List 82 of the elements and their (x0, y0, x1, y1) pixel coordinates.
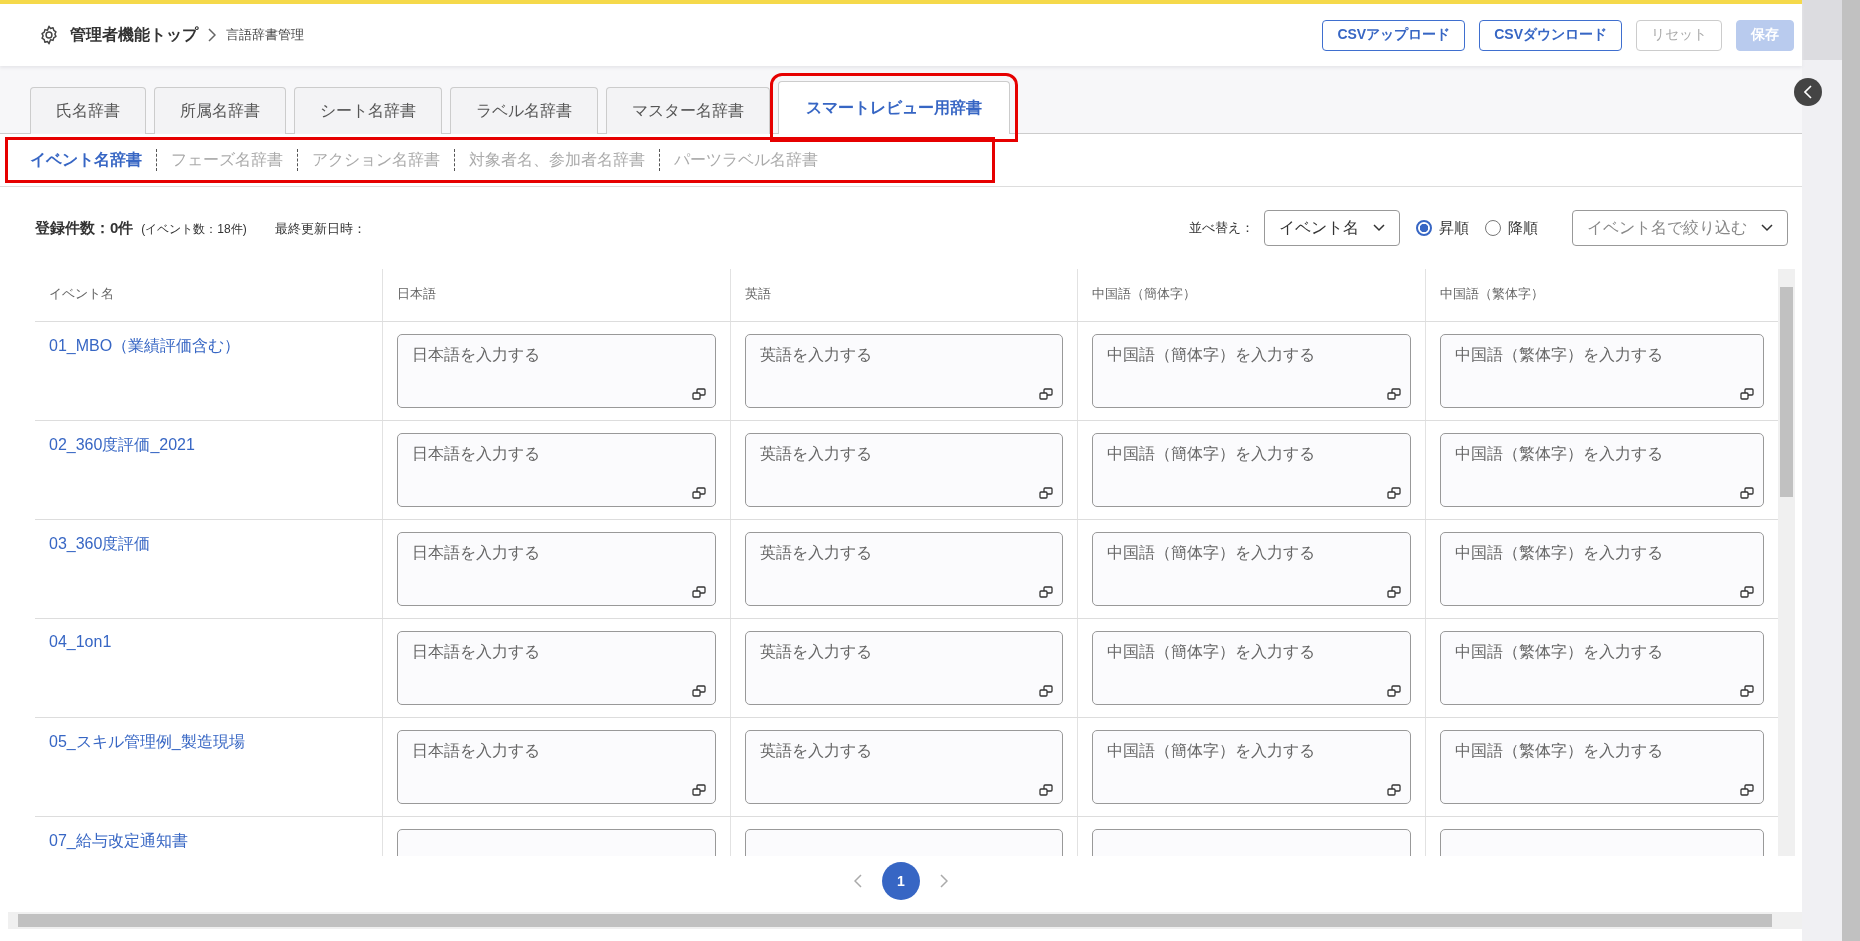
page-scrollbar[interactable] (1842, 0, 1860, 941)
chevron-right-icon (208, 28, 216, 42)
event-name-link[interactable]: 03_360度評価 (49, 535, 151, 552)
text-area[interactable]: 日本語を入力する (397, 532, 716, 606)
expand-icon[interactable] (1039, 784, 1053, 796)
column-header: 日本語 (383, 269, 731, 321)
expand-icon[interactable] (692, 784, 706, 796)
caret-icon (1761, 224, 1773, 232)
event-name-link[interactable]: 05_スキル管理例_製造現場 (49, 733, 245, 750)
expand-icon[interactable] (1387, 784, 1401, 796)
vertical-scrollbar[interactable] (1778, 269, 1795, 856)
expand-icon[interactable] (692, 388, 706, 400)
text-area[interactable]: 日本語を入力する (397, 433, 716, 507)
expand-icon[interactable] (1039, 487, 1053, 499)
side-panel-header (1802, 0, 1842, 60)
expand-icon[interactable] (1740, 586, 1754, 598)
event-name-link[interactable]: 02_360度評価_2021 (49, 436, 195, 453)
radio-label[interactable]: 昇順 (1439, 218, 1469, 238)
text-area[interactable]: 中国語（簡体字）を入力する (1092, 532, 1411, 606)
text-area[interactable]: 中国語（簡体字）を入力する (1092, 334, 1411, 408)
text-area[interactable]: 中国語（繁体字）を入力する (1440, 532, 1764, 606)
horizontal-scrollbar[interactable] (8, 912, 1802, 929)
expand-icon[interactable] (1740, 487, 1754, 499)
event-count: (イベント数：18件) (141, 220, 247, 238)
radio-button[interactable] (1485, 220, 1501, 236)
text-area[interactable]: 中国語（繁体字）を入力する (1440, 631, 1764, 705)
expand-icon[interactable] (1740, 685, 1754, 697)
radio-label[interactable]: 降順 (1508, 218, 1538, 238)
caret-icon (1373, 224, 1385, 232)
radio-button[interactable] (1416, 220, 1432, 236)
expand-icon[interactable] (1039, 388, 1053, 400)
event-name-link[interactable]: 04_1on1 (49, 633, 112, 650)
filter-dropdown[interactable]: イベント名で絞り込む (1572, 210, 1788, 246)
breadcrumb-link[interactable]: 管理者機能トップ (70, 24, 198, 46)
text-area[interactable]: 日本語を入力する (397, 334, 716, 408)
text-area[interactable]: 英語を入力する (745, 631, 1063, 705)
expand-icon[interactable] (692, 487, 706, 499)
sort-dropdown[interactable]: イベント名 (1264, 210, 1400, 246)
expand-icon[interactable] (1039, 586, 1053, 598)
expand-icon[interactable] (1740, 388, 1754, 400)
text-area[interactable]: 英語を入力する (745, 532, 1063, 606)
text-area[interactable]: 中国語（繁体字）を入力する (1440, 433, 1764, 507)
expand-icon[interactable] (1387, 586, 1401, 598)
text-area[interactable]: 日本語を入力する (397, 730, 716, 804)
tab[interactable]: シート名辞書 (294, 87, 442, 134)
text-area[interactable]: 中国語（繁体字）を入力する (1440, 730, 1764, 804)
header-button[interactable]: CSVアップロード (1322, 19, 1466, 51)
column-header: 英語 (731, 269, 1078, 321)
text-area[interactable]: 中国語（繁体字）を入力する (1440, 334, 1764, 408)
expand-icon[interactable] (1039, 685, 1053, 697)
text-area[interactable]: 日本語を入力する (397, 631, 716, 705)
expand-icon[interactable] (692, 586, 706, 598)
record-count: 登録件数：0件 (35, 218, 134, 238)
tab[interactable]: マスター名辞書 (606, 87, 770, 134)
page-button[interactable]: 1 (882, 862, 920, 900)
expand-icon[interactable] (1740, 784, 1754, 796)
tab[interactable]: 所属名辞書 (154, 87, 286, 134)
expand-icon[interactable] (1387, 685, 1401, 697)
text-area[interactable]: 英語を入力する (745, 730, 1063, 804)
text-area[interactable]: 英語を入力する (745, 334, 1063, 408)
text-area[interactable]: 英語を入力する (745, 433, 1063, 507)
tab[interactable]: ラベル名辞書 (450, 87, 598, 134)
expand-icon[interactable] (692, 685, 706, 697)
text-area[interactable]: 中国語（簡体字）を入力する (1092, 433, 1411, 507)
chevron-left-icon (1804, 85, 1812, 99)
event-name-link[interactable]: 01_MBO（業績評価含む） (49, 337, 241, 354)
last-updated-label: 最終更新日時： (274, 219, 366, 238)
column-header: イベント名 (35, 269, 383, 321)
event-name-link[interactable]: 07_給与改定通知書 (49, 832, 188, 849)
sort-label: 並べ替え： (1189, 219, 1254, 237)
header-button[interactable]: CSVダウンロード (1479, 19, 1622, 51)
text-area[interactable]: 中国語（簡体字）を入力する (1092, 631, 1411, 705)
expand-icon[interactable] (1387, 487, 1401, 499)
expand-icon[interactable] (1387, 388, 1401, 400)
breadcrumb-link[interactable]: 言語辞書管理 (226, 26, 304, 44)
column-header: 中国語（簡体字） (1078, 269, 1426, 321)
collapse-button[interactable] (1794, 78, 1822, 106)
subtab[interactable]: イベント名辞書 (30, 149, 142, 171)
text-area[interactable]: 中国語（簡体字）を入力する (1092, 730, 1411, 804)
column-header: 中国語（繁体字） (1439, 285, 1545, 303)
settings-icon (38, 24, 60, 46)
tab[interactable]: 氏名辞書 (30, 87, 146, 134)
